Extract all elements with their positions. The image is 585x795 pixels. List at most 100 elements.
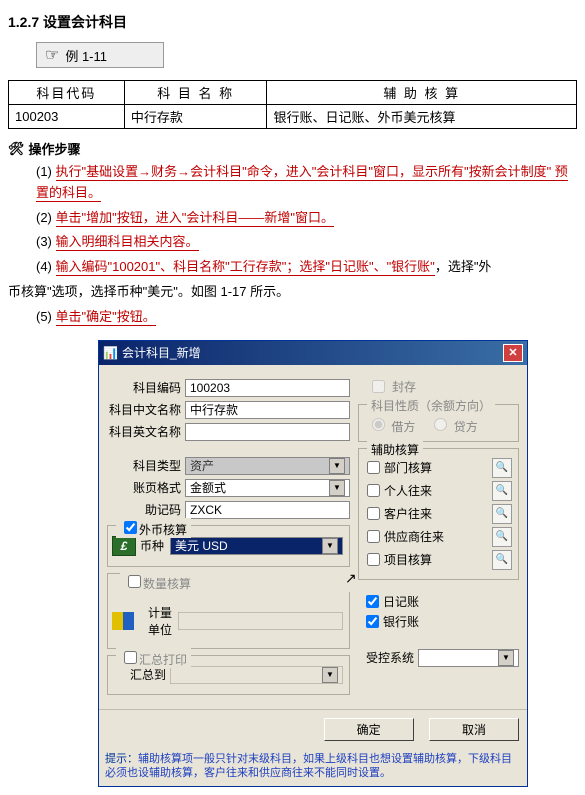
step-num: (4) [36,259,56,274]
label-debit: 借方 [391,420,415,434]
cancel-button[interactable]: 取消 [429,718,519,741]
currency-icon: £ [112,536,136,556]
table-cell: 银行账、日记账、外币美元核算 [267,105,577,129]
table-cell: 中行存款 [124,105,267,129]
dialog-button-row: 确定 取消 [99,709,527,749]
label-code: 科目编码 [107,379,181,396]
checkbox-journal[interactable] [366,595,379,608]
label-ledger: 账页格式 [107,479,181,496]
checkbox-quantity[interactable] [128,575,141,588]
select-ledger-value: 金额式 [190,479,226,496]
checkbox-foreign-currency[interactable] [124,521,137,534]
step-num: (3) [36,234,56,249]
step-text: 执行"基础设置→财务→会计科目"命令，进入"会计科目"窗口，显示所有"按新会计制… [36,164,568,202]
checkbox-sealed [372,380,385,393]
group-journals: 日记账 银行账 [358,586,519,639]
group-quantity: 数量核算 计量单位 [107,573,350,649]
group-nature-label: 科目性质（余额方向） [367,397,495,414]
label-project: 项目核算 [384,551,432,568]
select-type-value: 资产 [190,457,214,474]
example-box: ☞ 例 1-11 [36,42,164,68]
select-currency-value: 美元 USD [175,537,228,554]
input-ename[interactable] [185,423,350,441]
label-sealed: 封存 [392,378,416,395]
label-ename: 科目英文名称 [107,423,181,440]
search-icon[interactable]: 🔍 [492,504,512,524]
dialog-titlebar[interactable]: 📊 会计科目_新增 ✕ [99,341,527,365]
search-icon[interactable]: 🔍 [492,527,512,547]
step-4: (4) 输入编码"100201"、科目名称"工行存款"；选择"日记账"、"银行账… [36,257,577,278]
step-num: (2) [36,210,56,225]
app-icon: 📊 [103,346,118,360]
group-account-nature: 科目性质（余额方向） 借方 贷方 [358,404,519,442]
input-unit [178,612,343,630]
label-mnemo: 助记码 [107,501,181,518]
checkbox-bank[interactable] [366,615,379,628]
input-code[interactable] [185,379,350,397]
chevron-down-icon: ▼ [329,480,345,496]
label-bank: 银行账 [383,613,419,630]
label-controlled: 受控系统 [358,649,414,666]
section-title: 1.2.7 设置会计科目 [8,12,577,32]
step-text: 输入明细科目相关内容。 [56,234,199,251]
step-3: (3) 输入明细科目相关内容。 [36,232,577,253]
group-currency: 外币核算 £ 币种 美元 USD▼ [107,525,350,567]
subject-table: 科目代码 科 目 名 称 辅 助 核 算 100203 中行存款 银行账、日记账… [8,80,577,129]
chevron-down-icon: ▼ [329,458,345,474]
chevron-down-icon: ▼ [322,538,338,554]
radio-debit-row: 借方 [367,415,415,435]
step-text: 币核算"选项，选择币种"美元"。 [8,284,191,299]
label-customer: 客户往来 [384,505,432,522]
example-label: 例 1-11 [65,46,107,65]
step-text: 单击"增加"按钮，进入"会计科目——新增"窗口。 [56,210,334,227]
step-num: (5) [36,309,56,324]
dialog-hint: 提示：辅助核算项一般只针对末级科目，如果上级科目也想设置辅助核算，下级科目必须也… [99,749,527,787]
radio-debit [372,418,385,431]
table-cell: 100203 [9,105,125,129]
quantity-icon [112,612,134,630]
select-controlled[interactable]: ▼ [418,649,519,667]
ops-head-label: 操作步骤 [29,139,81,158]
search-icon[interactable]: 🔍 [492,458,512,478]
search-icon[interactable]: 🔍 [492,550,512,570]
dialog-new-account: 📊 会计科目_新增 ✕ 科目编码 科目中文名称 科目英文名称 科目类型 资产 ▼ [98,340,528,788]
step-text: 输入编码"100201"、科目名称"工行存款"；选择"日记账"、"银行账" [56,259,435,276]
step-text: ，选择"外 [435,259,492,274]
checkbox-dept[interactable] [367,461,380,474]
search-icon[interactable]: 🔍 [492,481,512,501]
ok-button[interactable]: 确定 [324,718,414,741]
dialog-title: 会计科目_新增 [122,344,201,361]
group-aux-label: 辅助核算 [367,441,423,458]
hint-label: 提示： [105,753,138,765]
checkbox-customer[interactable] [367,507,380,520]
select-ledger[interactable]: 金额式 ▼ [185,479,350,497]
select-summary-to: ▼ [170,666,343,684]
input-cname[interactable] [185,401,350,419]
step-num: (1) [36,164,56,179]
radio-credit [434,418,447,431]
close-button[interactable]: ✕ [503,344,523,362]
select-type[interactable]: 资产 ▼ [185,457,350,475]
label-type: 科目类型 [107,457,181,474]
table-header: 科目代码 [9,81,125,105]
chevron-down-icon: ▼ [498,650,514,666]
checkbox-sealed-row: 封存 [368,377,519,396]
chevron-down-icon: ▼ [322,667,338,683]
table-header: 辅 助 核 算 [267,81,577,105]
select-currency[interactable]: 美元 USD ▼ [170,537,343,555]
tools-icon: 🛠 [8,141,25,157]
group-summary-label: 汇总打印 [139,653,187,667]
radio-credit-row: 贷方 [429,415,477,435]
checkbox-supplier[interactable] [367,530,380,543]
checkbox-summary-print[interactable] [124,651,137,664]
table-header: 科 目 名 称 [124,81,267,105]
label-cname: 科目中文名称 [107,401,181,418]
checkbox-project[interactable] [367,553,380,566]
label-supplier: 供应商往来 [384,528,444,545]
input-mnemo[interactable] [185,501,350,519]
label-currency: 币种 [140,537,164,554]
checkbox-person[interactable] [367,484,380,497]
label-dept: 部门核算 [384,459,432,476]
step-5: (5) 单击"确定"按钮。 [36,307,577,328]
ops-heading: 🛠 操作步骤 [8,139,577,158]
